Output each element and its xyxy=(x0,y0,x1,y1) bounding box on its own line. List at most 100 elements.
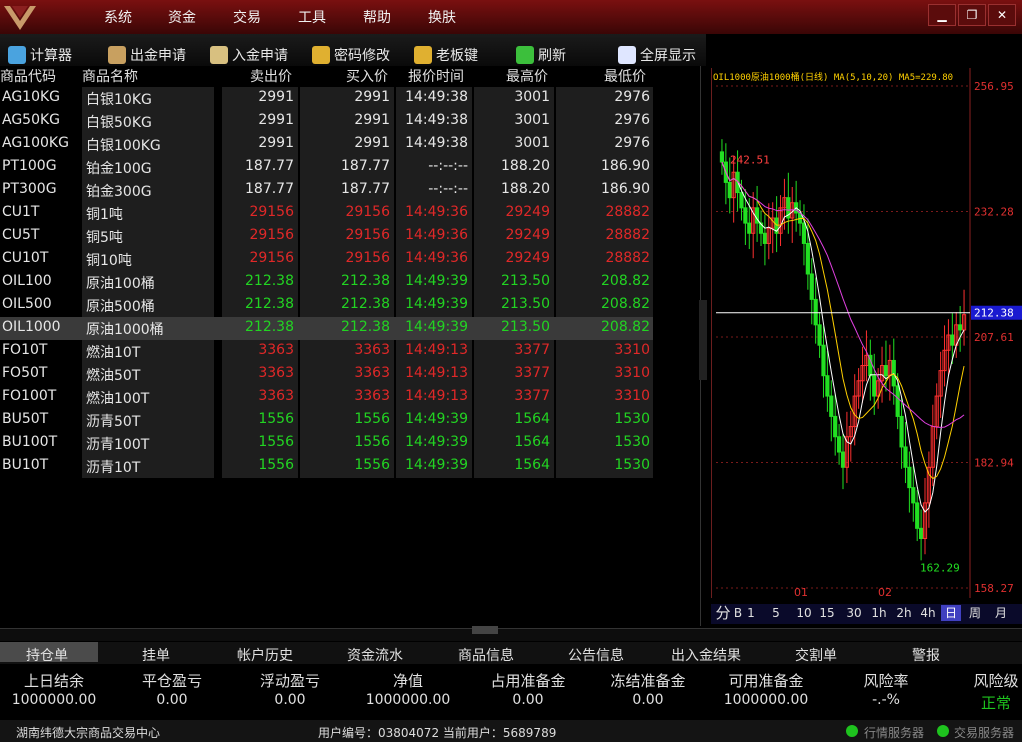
column-header[interactable]: 商品代码 xyxy=(0,66,56,86)
close-button[interactable]: ✕ xyxy=(988,4,1016,26)
tab-8[interactable]: 警报 xyxy=(912,645,940,665)
candle-body xyxy=(739,192,744,209)
menu-item-1[interactable]: 资金 xyxy=(168,7,196,27)
table-row[interactable]: CU5T 铜5吨 29156 29156 14:49:36 29249 28882 xyxy=(0,225,653,248)
x-tick-label: 02 xyxy=(878,586,892,598)
table-cell-buy: 29156 xyxy=(345,227,390,243)
restore-button[interactable]: ❐ xyxy=(958,4,986,26)
account-label: 风险级 xyxy=(973,672,1019,690)
account-value: -.-% xyxy=(872,692,900,708)
period-button[interactable]: 4h xyxy=(917,605,939,621)
table-row[interactable]: AG10KG 白银10KG 2991 2991 14:49:38 3001 2976 xyxy=(0,87,653,110)
table-row[interactable]: FO10T 燃油10T 3363 3363 14:49:13 3377 3310 xyxy=(0,340,653,363)
tab-2[interactable]: 帐户历史 xyxy=(237,645,293,665)
menu-item-3[interactable]: 工具 xyxy=(298,7,326,27)
table-cell-low: 1530 xyxy=(614,457,650,473)
candle-body xyxy=(743,207,748,224)
tab-1[interactable]: 挂单 xyxy=(142,645,170,665)
period-button[interactable]: 1 xyxy=(745,605,757,621)
table-row[interactable]: PT100G 铂金100G 187.77 187.77 --:--:-- 188.20 18… xyxy=(0,156,653,179)
table-cell-high: 213.50 xyxy=(501,319,550,335)
tab-4[interactable]: 商品信息 xyxy=(458,645,514,665)
table-row[interactable]: BU50T 沥青50T 1556 1556 14:49:39 1564 1530 xyxy=(0,409,653,432)
horizontal-scrollbar[interactable] xyxy=(0,628,1022,641)
table-row[interactable]: OIL100 原油100桶 212.38 212.38 14:49:39 213.50 20… xyxy=(0,271,653,294)
tab-5[interactable]: 公告信息 xyxy=(568,645,624,665)
tab-6[interactable]: 出入金结果 xyxy=(671,645,741,665)
toolbar-button-1[interactable]: 出金申请 xyxy=(108,45,186,65)
toolbar-button-3[interactable]: 密码修改 xyxy=(312,45,390,65)
price-tick-label: 182.94 xyxy=(974,457,1014,470)
table-cell-high: 3377 xyxy=(514,342,550,358)
table-row[interactable]: AG50KG 白银50KG 2991 2991 14:49:38 3001 2976 xyxy=(0,110,653,133)
period-button[interactable]: 周 xyxy=(964,605,986,621)
toolbar-button-0[interactable]: 计算器 xyxy=(8,45,72,65)
period-button[interactable]: 分 xyxy=(715,605,731,621)
candle-body xyxy=(829,395,834,417)
toolbar-button-5[interactable]: 刷新 xyxy=(516,45,566,65)
table-row[interactable]: BU100T 沥青100T 1556 1556 14:49:39 1564 1530 xyxy=(0,432,653,455)
period-button[interactable]: 2h xyxy=(893,605,915,621)
account-label: 风险率 xyxy=(863,672,909,690)
account-value: 0.00 xyxy=(156,692,188,708)
menu-item-4[interactable]: 帮助 xyxy=(363,7,391,27)
table-cell-low: 3310 xyxy=(614,342,650,358)
period-button[interactable]: B xyxy=(733,605,743,621)
table-cell-buy: 29156 xyxy=(345,204,390,220)
period-button[interactable]: 5 xyxy=(770,605,782,621)
collapse-handle[interactable] xyxy=(472,626,498,634)
period-button[interactable]: 30 xyxy=(843,605,865,621)
table-cell-sell: 3363 xyxy=(258,342,294,358)
tab-3[interactable]: 资金流水 xyxy=(347,645,403,665)
candle-body xyxy=(805,242,810,275)
table-cell-time: 14:49:13 xyxy=(405,365,468,381)
period-button[interactable]: 10 xyxy=(794,605,814,621)
table-row[interactable]: AG100KG 白银100KG 2991 2991 14:49:38 3001 2976 xyxy=(0,133,653,156)
kline-chart[interactable]: 256.95 232.28 207.61 182.94 158.27 212.38 242.… xyxy=(711,68,1022,598)
table-cell-code: CU5T xyxy=(2,227,40,243)
table-row[interactable]: BU10T 沥青10T 1556 1556 14:49:39 1564 1530 xyxy=(0,455,653,478)
table-row[interactable]: CU1T 铜1吨 29156 29156 14:49:36 29249 28882 xyxy=(0,202,653,225)
column-header[interactable]: 卖出价 xyxy=(250,66,292,86)
candle-body xyxy=(950,334,955,346)
column-header[interactable]: 商品名称 xyxy=(82,66,138,86)
table-cell-time: 14:49:39 xyxy=(405,457,468,473)
table-cell-sell: 1556 xyxy=(258,457,294,473)
toolbar-label: 出金申请 xyxy=(130,48,186,64)
minimize-button[interactable]: ▁ xyxy=(928,4,956,26)
menu-item-0[interactable]: 系统 xyxy=(104,7,132,27)
toolbar-button-6[interactable]: 全屏显示 xyxy=(618,45,696,65)
table-row[interactable]: PT300G 铂金300G 187.77 187.77 --:--:-- 188.20 18… xyxy=(0,179,653,202)
table-row[interactable]: OIL500 原油500桶 212.38 212.38 14:49:39 213.50 20… xyxy=(0,294,653,317)
period-button[interactable]: 15 xyxy=(817,605,837,621)
tab-0[interactable]: 持仓单 xyxy=(26,645,68,665)
table-row[interactable]: CU10T 铜10吨 29156 29156 14:49:36 29249 28882 xyxy=(0,248,653,271)
table-cell-code: OIL1000 xyxy=(2,319,61,335)
exchange-name: 湖南纬德大宗商品交易中心 xyxy=(16,726,161,740)
tab-7[interactable]: 交割单 xyxy=(795,645,837,665)
table-cell-high: 188.20 xyxy=(501,158,550,174)
column-header[interactable]: 最高价 xyxy=(506,66,548,86)
column-header[interactable]: 买入价 xyxy=(346,66,388,86)
table-cell-high: 3001 xyxy=(514,135,550,151)
menu-item-2[interactable]: 交易 xyxy=(233,7,261,27)
toolbar-button-2[interactable]: 入金申请 xyxy=(210,45,288,65)
table-cell-low: 1530 xyxy=(614,411,650,427)
toolbar-label: 入金申请 xyxy=(232,48,288,64)
table-cell-sell: 2991 xyxy=(258,135,294,151)
table-row[interactable]: FO50T 燃油50T 3363 3363 14:49:13 3377 3310 xyxy=(0,363,653,386)
period-button[interactable]: 日 xyxy=(941,605,961,621)
table-cell-low: 1530 xyxy=(614,434,650,450)
table-cell-high: 1564 xyxy=(514,434,550,450)
period-button[interactable]: 1h xyxy=(868,605,890,621)
table-row[interactable]: FO100T 燃油100T 3363 3363 14:49:13 3377 3310 xyxy=(0,386,653,409)
table-row[interactable]: OIL1000 原油1000桶 212.38 212.38 14:49:39 213.50… xyxy=(0,317,653,340)
toolbar-button-4[interactable]: 老板键 xyxy=(414,45,478,65)
period-button[interactable]: 月 xyxy=(990,605,1012,621)
splitter-handle[interactable] xyxy=(699,300,707,380)
column-header[interactable]: 最低价 xyxy=(604,66,646,86)
column-header[interactable]: 报价时间 xyxy=(408,66,464,86)
table-cell-sell: 3363 xyxy=(258,365,294,381)
menu-item-5[interactable]: 换肤 xyxy=(428,7,456,27)
chart-header: OIL1000原油1000桶(日线) MA(5,10,20) MA5=229.8… xyxy=(713,73,954,83)
